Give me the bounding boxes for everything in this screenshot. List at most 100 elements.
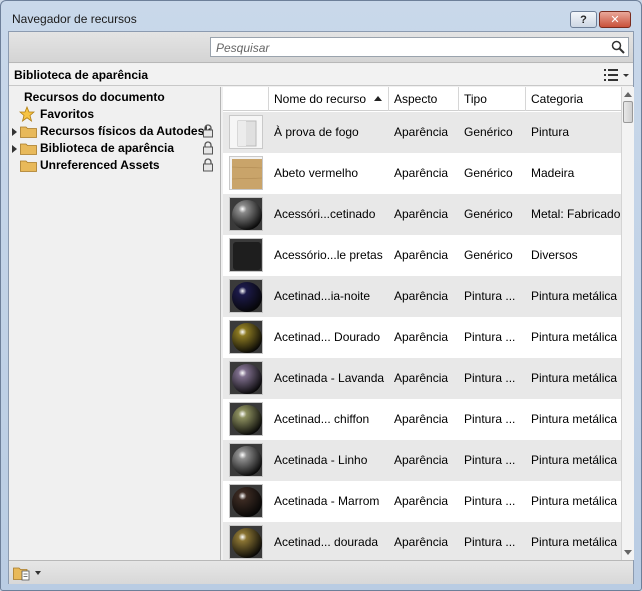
- client-area: Pesquisar Biblioteca de aparência Recurs…: [8, 31, 634, 584]
- column-header-label: Nome do recurso: [274, 92, 367, 106]
- asset-type: Genérico: [464, 166, 513, 180]
- table-row[interactable]: Acetinad... chiffon Aparência Pintura ... P…: [223, 399, 621, 440]
- asset-aspect: Aparência: [394, 289, 449, 303]
- table-row[interactable]: À prova de fogo Aparência Genérico Pintura: [223, 112, 621, 153]
- asset-name: À prova de fogo: [274, 125, 359, 139]
- asset-category: Pintura: [531, 125, 570, 139]
- asset-aspect: Aparência: [394, 494, 449, 508]
- asset-type: Genérico: [464, 125, 513, 139]
- table-row[interactable]: Acetinada - Marrom Aparência Pintura ... Pi…: [223, 481, 621, 522]
- asset-aspect: Aparência: [394, 248, 449, 262]
- folder-icon: [20, 143, 37, 155]
- asset-thumbnail: [229, 443, 263, 477]
- asset-type: Pintura ...: [464, 330, 516, 344]
- asset-type: Pintura ...: [464, 535, 516, 549]
- asset-name: Acetinad... Dourado: [274, 330, 381, 344]
- library-title: Biblioteca de aparência: [14, 68, 149, 82]
- lock-icon: [203, 141, 213, 155]
- asset-type: Pintura ...: [464, 453, 516, 467]
- folder-icon: [20, 126, 37, 138]
- scroll-down-icon[interactable]: [624, 550, 632, 555]
- asset-category: Pintura metálica: [531, 453, 618, 467]
- asset-name: Acetinad... chiffon: [274, 412, 370, 426]
- table-row[interactable]: Acetinad...ia-noite Aparência Pintura ... P…: [223, 276, 621, 317]
- tree-item-label: Unreferenced Assets: [40, 158, 160, 172]
- expand-arrow-icon[interactable]: [12, 128, 17, 136]
- folder-icon: [20, 160, 37, 172]
- lock-icon: [203, 158, 213, 172]
- tree-item-label: Biblioteca de aparência: [40, 141, 175, 155]
- scroll-thumb[interactable]: [623, 101, 633, 123]
- table-row[interactable]: Acetinad... dourada Aparência Pintura ... P…: [223, 522, 621, 560]
- column-header-label: Aspecto: [394, 92, 438, 106]
- asset-category: Pintura metálica: [531, 535, 618, 549]
- asset-thumbnail: [229, 320, 263, 354]
- tree-item-label: Recursos do documento: [24, 90, 165, 104]
- asset-aspect: Aparência: [394, 125, 449, 139]
- table-row[interactable]: Abeto vermelho Aparência Genérico Madeira: [223, 153, 621, 194]
- table-header: Nome do recurso Aspecto Tipo Categoria: [223, 87, 621, 111]
- column-header-name[interactable]: Nome do recurso: [268, 87, 388, 111]
- asset-type: Genérico: [464, 248, 513, 262]
- asset-category: Pintura metálica: [531, 494, 618, 508]
- asset-aspect: Aparência: [394, 166, 449, 180]
- tree-item-appearance-library[interactable]: Biblioteca de aparência: [9, 140, 219, 157]
- asset-aspect: Aparência: [394, 371, 449, 385]
- column-header-label: Tipo: [464, 92, 487, 106]
- asset-thumbnail: [229, 279, 263, 313]
- asset-name: Acetinad...ia-noite: [274, 289, 371, 303]
- tree-item-label: Favoritos: [40, 107, 95, 121]
- search-input[interactable]: Pesquisar: [210, 37, 629, 57]
- lock-icon: [203, 124, 213, 138]
- table-row[interactable]: Acetinad... Dourado Aparência Pintura ... P…: [223, 317, 621, 358]
- asset-type: Pintura ...: [464, 289, 516, 303]
- asset-table: Nome do recurso Aspecto Tipo Categoria À…: [223, 87, 621, 560]
- help-button[interactable]: ?: [570, 11, 597, 28]
- search-toolbar: Pesquisar: [9, 32, 633, 63]
- asset-name: Acessório...le pretas: [274, 248, 383, 262]
- list-view-icon[interactable]: [603, 68, 629, 82]
- table-row[interactable]: Acetinada - Lavanda Aparência Pintura ... P…: [223, 358, 621, 399]
- asset-category: Pintura metálica: [531, 371, 618, 385]
- asset-name: Acetinada - Linho: [274, 453, 368, 467]
- tree-item-autodesk-physical[interactable]: Recursos físicos da Autodesk: [9, 123, 219, 140]
- asset-name: Abeto vermelho: [274, 166, 359, 180]
- library-folder-icon[interactable]: [13, 565, 31, 581]
- asset-type: Pintura ...: [464, 371, 516, 385]
- column-header-category[interactable]: Categoria: [525, 87, 621, 111]
- bottom-toolbar: [9, 560, 633, 584]
- star-icon: [19, 106, 35, 122]
- search-placeholder: Pesquisar: [216, 41, 270, 55]
- search-icon[interactable]: [611, 40, 625, 54]
- asset-aspect: Aparência: [394, 207, 449, 221]
- table-row[interactable]: Acessóri...cetinado Aparência Genérico Meta…: [223, 194, 621, 235]
- asset-category: Diversos: [531, 248, 578, 262]
- scroll-up-icon[interactable]: [624, 92, 632, 97]
- asset-thumbnail: [229, 197, 263, 231]
- asset-category: Metal: Fabricado: [531, 207, 621, 221]
- asset-category: Pintura metálica: [531, 289, 618, 303]
- expand-arrow-icon[interactable]: [12, 145, 17, 153]
- column-header-type[interactable]: Tipo: [458, 87, 525, 111]
- close-button[interactable]: ✕: [599, 11, 631, 28]
- tree-item-favorites[interactable]: Favoritos: [9, 106, 219, 123]
- asset-aspect: Aparência: [394, 412, 449, 426]
- asset-thumbnail: [229, 156, 263, 190]
- asset-name: Acetinad... dourada: [274, 535, 379, 549]
- chevron-down-icon[interactable]: [35, 571, 41, 575]
- column-header-label: Categoria: [531, 92, 584, 106]
- title-bar[interactable]: Navegador de recursos ? ✕: [1, 1, 641, 31]
- tree-item-unreferenced-assets[interactable]: Unreferenced Assets: [9, 157, 219, 174]
- column-header-aspect[interactable]: Aspecto: [388, 87, 458, 111]
- table-row[interactable]: Acetinada - Linho Aparência Pintura ... Pin…: [223, 440, 621, 481]
- vertical-scrollbar[interactable]: [621, 87, 634, 560]
- table-row[interactable]: Acessório...le pretas Aparência Genérico Di…: [223, 235, 621, 276]
- asset-browser-window: Navegador de recursos ? ✕ Pesquisar Bibl…: [0, 0, 642, 591]
- asset-type: Pintura ...: [464, 412, 516, 426]
- sort-ascending-icon: [374, 96, 383, 101]
- asset-thumbnail: [229, 115, 263, 149]
- tree-item-document-assets[interactable]: Recursos do documento: [9, 89, 219, 106]
- asset-type: Pintura ...: [464, 494, 516, 508]
- asset-type: Genérico: [464, 207, 513, 221]
- asset-aspect: Aparência: [394, 453, 449, 467]
